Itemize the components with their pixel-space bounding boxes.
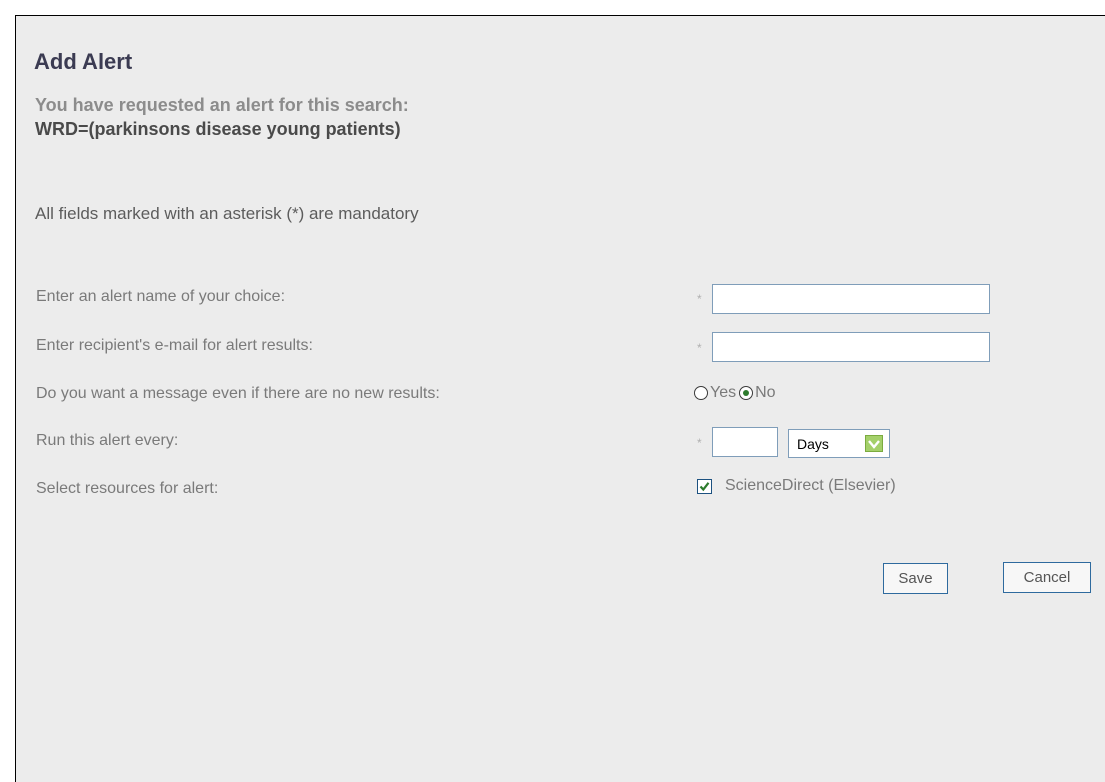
email-required-marker: *: [697, 341, 702, 355]
frequency-label: Run this alert every:: [36, 432, 179, 449]
checkmark-icon: [699, 481, 710, 491]
no-results-message-label: Do you want a message even if there are …: [36, 385, 440, 402]
email-input[interactable]: [712, 332, 990, 362]
chevron-down-icon[interactable]: [865, 435, 883, 452]
requested-label: You have requested an alert for this sea…: [35, 95, 409, 115]
alert-name-required-marker: *: [697, 292, 702, 306]
alert-name-label: Enter an alert name of your choice:: [36, 288, 286, 305]
resource-option-sciencedirect: ScienceDirect (Elsevier): [697, 477, 896, 495]
resources-label: Select resources for alert:: [36, 480, 219, 497]
resource-checkbox-label: ScienceDirect (Elsevier): [725, 477, 896, 494]
no-results-message-options: Yes No: [694, 384, 779, 402]
save-button[interactable]: Save: [883, 563, 948, 594]
search-query: WRD=(parkinsons disease young patients): [35, 119, 401, 139]
radio-yes-label[interactable]: Yes: [710, 384, 736, 402]
page-title: Add Alert: [34, 49, 133, 74]
frequency-unit-value: Days: [797, 435, 829, 452]
radio-no-label[interactable]: No: [755, 384, 775, 402]
frequency-input[interactable]: [712, 427, 778, 457]
radio-no[interactable]: [739, 386, 754, 400]
radio-yes[interactable]: [694, 386, 708, 400]
email-label: Enter recipient's e-mail for alert resul…: [36, 337, 313, 354]
resource-checkbox[interactable]: [697, 478, 712, 494]
cancel-button[interactable]: Cancel: [1003, 562, 1091, 593]
alert-name-input[interactable]: [712, 284, 990, 314]
mandatory-note: All fields marked with an asterisk (*) a…: [35, 204, 419, 223]
add-alert-panel: Add Alert You have requested an alert fo…: [15, 15, 1105, 782]
frequency-unit-select[interactable]: Days: [788, 429, 890, 458]
frequency-required-marker: *: [697, 436, 702, 450]
